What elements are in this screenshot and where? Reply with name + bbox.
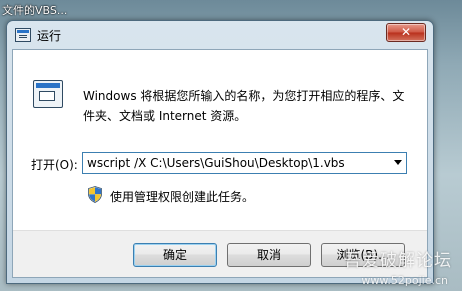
close-icon: ✕ [400, 25, 412, 39]
open-combobox[interactable]: wscript /X C:\Users\GuiShou\Desktop\1.vb… [82, 152, 407, 174]
dialog-content: Windows 将根据您所输入的名称，为您打开相应的程序、文件夹、文档或 Int… [12, 49, 428, 278]
uac-shield-icon [88, 186, 102, 203]
title-bar[interactable]: 运行 ✕ [7, 21, 433, 49]
background-window-title: 文件的VBS... [2, 4, 68, 17]
ok-button[interactable]: 确定 [133, 243, 217, 267]
admin-privilege-note: 使用管理权限创建此任务。 [110, 190, 255, 204]
close-button[interactable]: ✕ [386, 23, 426, 42]
chevron-down-icon[interactable] [394, 160, 402, 165]
open-input[interactable]: wscript /X C:\Users\GuiShou\Desktop\1.vb… [87, 156, 345, 170]
window-title: 运行 [37, 29, 62, 43]
description-text: Windows 将根据您所输入的名称，为您打开相应的程序、文件夹、文档或 Int… [83, 89, 405, 123]
watermark-url: www.52pojie.cn [361, 274, 448, 287]
cancel-button[interactable]: 取消 [227, 243, 311, 267]
watermark-title: 吾爱破解论坛 [344, 251, 452, 271]
open-label: 打开(O): [31, 158, 78, 172]
run-icon [15, 28, 31, 42]
run-dialog: 运行 ✕ Windows 将根据您所输入的名称，为您打开相应的程序、文件夹、文档… [6, 20, 434, 284]
run-icon [33, 80, 63, 108]
